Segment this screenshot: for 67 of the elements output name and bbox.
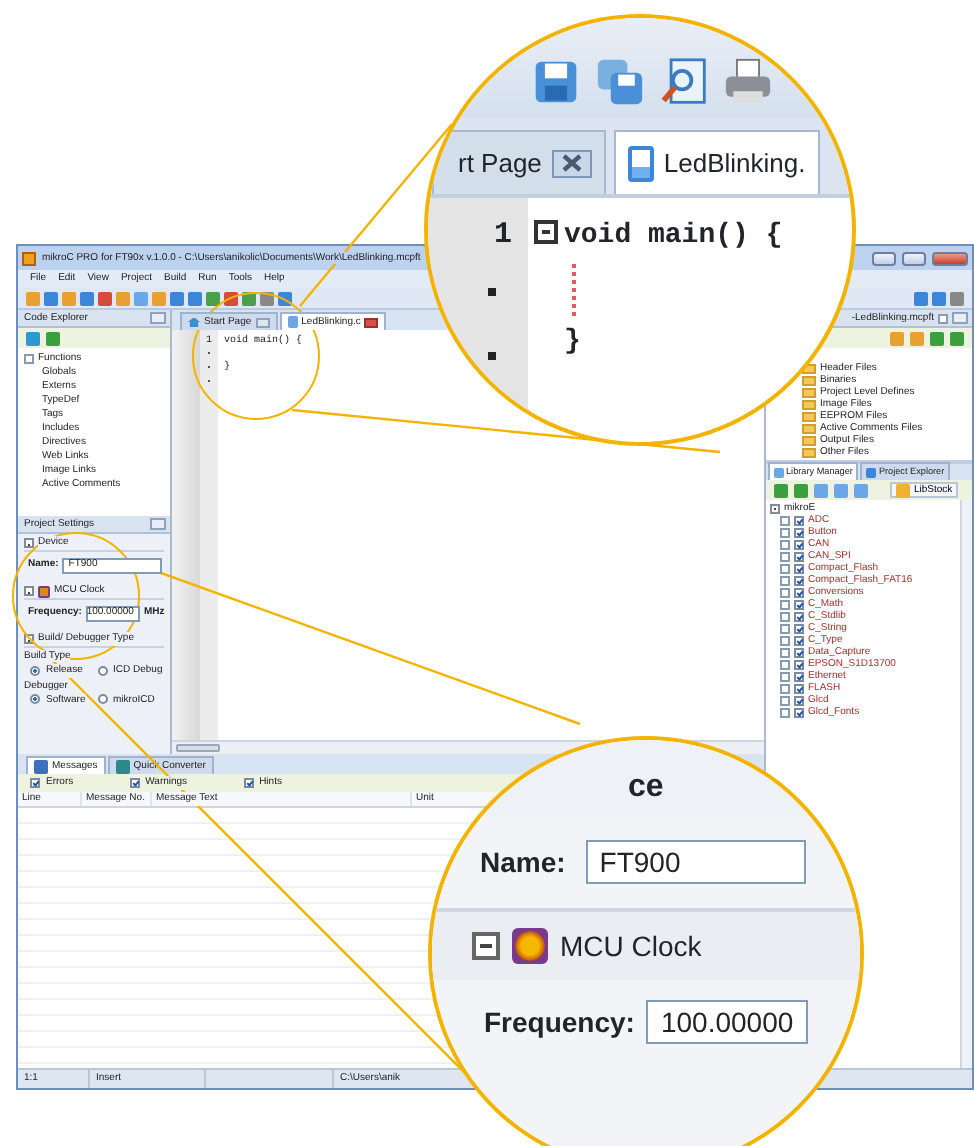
checkbox[interactable] — [794, 515, 804, 525]
device-select[interactable]: FT900 — [585, 840, 806, 884]
tab-icon — [34, 759, 48, 773]
maximize-button[interactable] — [902, 251, 926, 265]
expand-icon[interactable] — [24, 354, 34, 364]
radio-button[interactable] — [97, 694, 107, 705]
box-icon — [896, 483, 910, 497]
close-button[interactable] — [932, 251, 968, 265]
line-number: 1 — [493, 216, 512, 256]
collapse-icon[interactable] — [24, 586, 34, 596]
checkbox[interactable] — [794, 539, 804, 549]
save-all-icon[interactable] — [596, 58, 644, 106]
collapse-icon[interactable] — [770, 503, 780, 513]
vertical-scrollbar[interactable] — [960, 500, 972, 1068]
radio-button[interactable] — [97, 665, 107, 676]
tab-icon — [115, 759, 130, 773]
checkbox[interactable] — [794, 575, 804, 585]
field-label: Frequency: — [484, 1003, 635, 1042]
checkbox[interactable] — [794, 635, 804, 645]
save-icon[interactable] — [532, 58, 580, 106]
code-line: void main() { — [564, 218, 783, 256]
editor-tab[interactable]: rt Page — [432, 130, 606, 194]
checkbox[interactable] — [129, 778, 140, 788]
file-icon — [627, 145, 654, 181]
checkbox[interactable] — [794, 647, 804, 657]
collapse-icon[interactable] — [24, 634, 34, 644]
checkbox[interactable] — [794, 587, 804, 597]
checkbox[interactable] — [243, 778, 254, 788]
section-header: ce — [628, 770, 664, 804]
collapse-icon[interactable] — [472, 932, 500, 960]
field-label: Name: — [480, 843, 566, 881]
editor-tab[interactable]: LedBlinking. — [613, 130, 820, 194]
checkbox[interactable] — [794, 623, 804, 633]
checkbox[interactable] — [794, 707, 804, 717]
radio-button[interactable] — [30, 665, 40, 676]
checkbox[interactable] — [794, 683, 804, 693]
close-button[interactable] — [551, 149, 592, 177]
printer-icon[interactable] — [724, 58, 772, 106]
checkbox[interactable] — [794, 563, 804, 573]
tab-icon — [774, 467, 784, 477]
section-header: MCU Clock — [560, 927, 702, 965]
close-icon — [559, 154, 584, 172]
close-button[interactable] — [364, 317, 379, 327]
file-icon — [287, 316, 298, 328]
collapse-icon[interactable] — [24, 538, 34, 548]
fold-icon[interactable] — [534, 220, 558, 244]
home-icon — [188, 317, 200, 327]
frequency-field[interactable]: 100.00000 — [646, 1000, 808, 1044]
checkbox[interactable] — [794, 599, 804, 609]
code-line: } — [564, 324, 583, 362]
checkbox[interactable] — [794, 659, 804, 669]
checkbox[interactable] — [794, 671, 804, 681]
minimize-button[interactable] — [872, 251, 896, 265]
text-cursor — [572, 264, 576, 316]
focus-ring — [12, 532, 140, 660]
checkbox[interactable] — [794, 527, 804, 537]
radio-button[interactable] — [30, 694, 40, 705]
tab-icon — [866, 467, 877, 477]
find-icon[interactable] — [660, 58, 708, 106]
checkbox[interactable] — [794, 551, 804, 561]
scrollbar-thumb[interactable] — [176, 744, 220, 752]
checkbox[interactable] — [30, 778, 40, 788]
chip-icon — [38, 585, 50, 597]
checkbox[interactable] — [794, 695, 804, 705]
checkbox[interactable] — [794, 611, 804, 621]
chip-icon — [512, 928, 548, 964]
app-icon — [22, 251, 36, 265]
